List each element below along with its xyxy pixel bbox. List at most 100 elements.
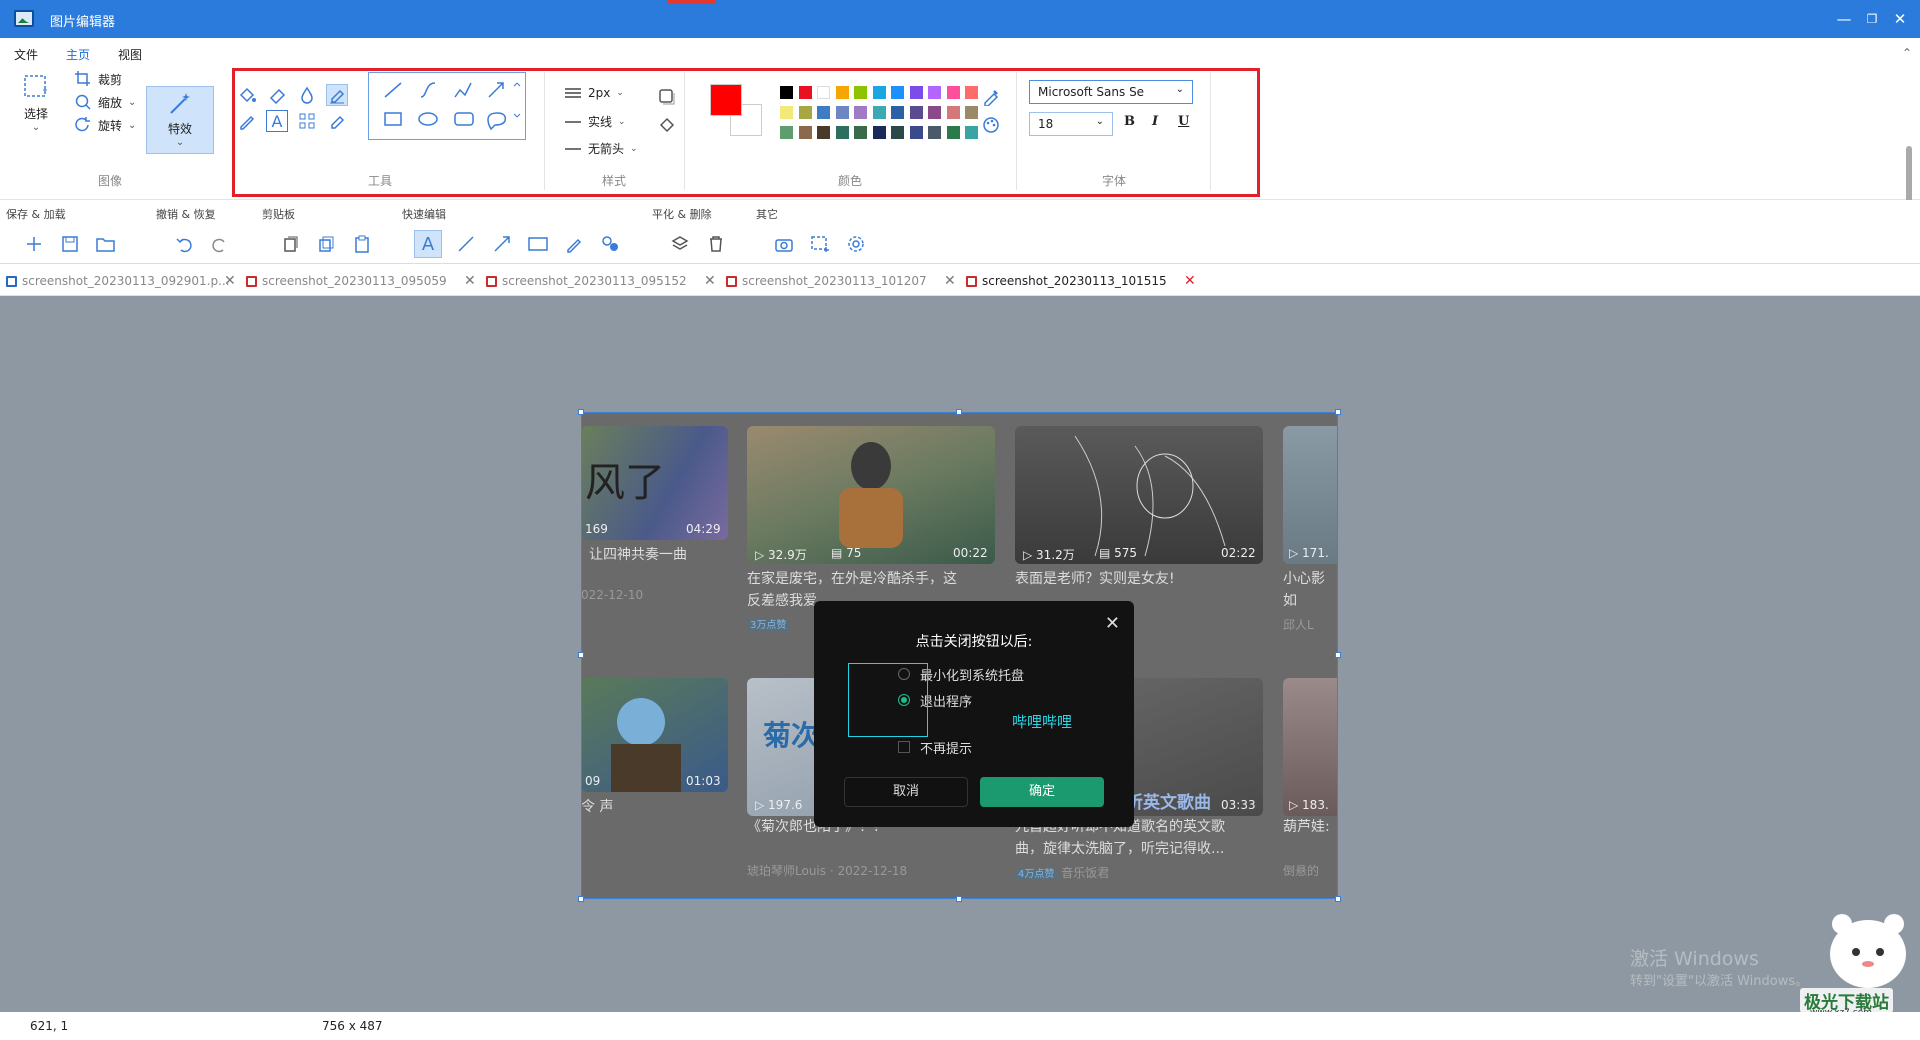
resize-handle[interactable] bbox=[578, 896, 584, 902]
dont-remind-option[interactable]: 不再提示 bbox=[920, 738, 972, 757]
quick-edit-label: 快速编辑 bbox=[402, 208, 446, 221]
tab-label: screenshot_20230113_101515 bbox=[982, 274, 1167, 288]
activation-watermark-sub: 转到"设置"以激活 Windows。 bbox=[1630, 974, 1809, 989]
title-bar: 图片编辑器 — ❐ ✕ bbox=[0, 0, 1920, 38]
save-icon bbox=[726, 275, 737, 287]
crop-icon bbox=[75, 71, 90, 86]
sticker-quick-icon[interactable] bbox=[598, 232, 622, 256]
activation-watermark: 激活 Windows bbox=[1630, 948, 1759, 970]
menu-bar: 文件 主页 视图 ⌃ bbox=[0, 38, 1920, 66]
save-icon bbox=[966, 275, 977, 287]
menu-file[interactable]: 文件 bbox=[14, 46, 38, 63]
collapse-ribbon-icon[interactable]: ⌃ bbox=[1902, 46, 1912, 60]
zoom-icon bbox=[75, 94, 91, 110]
minimize-option[interactable]: 最小化到系统托盘 bbox=[920, 665, 1024, 684]
rotate-icon bbox=[75, 117, 90, 132]
cancel-button[interactable]: 取消 bbox=[844, 777, 968, 807]
open-folder-icon[interactable] bbox=[94, 232, 118, 256]
menu-home[interactable]: 主页 bbox=[66, 46, 90, 63]
rect-quick-icon[interactable] bbox=[526, 232, 550, 256]
dont-remind-checkbox[interactable] bbox=[898, 741, 910, 753]
chevron-down-icon: ⌄ bbox=[128, 96, 137, 108]
resize-handle[interactable] bbox=[1335, 409, 1341, 415]
arrow-quick-icon[interactable] bbox=[490, 232, 514, 256]
tab-close-icon[interactable]: ✕ bbox=[704, 273, 716, 289]
magic-wand-icon bbox=[170, 93, 190, 114]
tab-label: screenshot_20230113_092901.p... bbox=[22, 274, 230, 288]
crop-button[interactable]: 裁剪 bbox=[74, 70, 122, 88]
settings-icon[interactable] bbox=[844, 232, 868, 256]
app-icon bbox=[14, 10, 34, 27]
select-button[interactable]: 选择 ⌄ bbox=[18, 72, 54, 133]
status-bar: 621, 1 756 x 487 bbox=[0, 1012, 1920, 1040]
quick-toolbar: 保存 & 加载 撤销 & 恢复 剪贴板 快速编辑 平化 & 删除 其它 A bbox=[0, 200, 1920, 264]
other-label: 其它 bbox=[756, 208, 778, 221]
highlight-frame bbox=[232, 68, 1260, 197]
primary-color-front[interactable] bbox=[710, 84, 742, 116]
rotate-button[interactable]: 旋转 ⌄ bbox=[74, 116, 136, 134]
text-quick-icon[interactable]: A bbox=[414, 230, 442, 258]
image-group-label: 图像 bbox=[98, 174, 123, 188]
app-window: 图片编辑器 — ❐ ✕ 文件 主页 视图 ⌃ 选择 ⌄ 裁剪 缩放 ⌄ 旋转 ⌄… bbox=[0, 0, 1920, 1040]
dialog-title: 点击关闭按钮以后: bbox=[915, 634, 1033, 650]
line-quick-icon[interactable] bbox=[454, 232, 478, 256]
annotation-text[interactable]: 哔哩哔哩 bbox=[1012, 711, 1072, 732]
delete-icon[interactable] bbox=[704, 232, 728, 256]
save-icon bbox=[246, 275, 257, 287]
zoom-label: 缩放 bbox=[98, 95, 123, 110]
doc-tab[interactable]: screenshot_20230113_092901.p... bbox=[6, 266, 230, 296]
paste-icon[interactable] bbox=[350, 232, 374, 256]
redo-icon[interactable] bbox=[208, 232, 232, 256]
effects-button[interactable]: 特效 ⌄ bbox=[146, 86, 214, 154]
title-accent bbox=[668, 0, 716, 4]
tab-label: screenshot_20230113_095152 bbox=[502, 274, 687, 288]
select-icon bbox=[24, 75, 47, 97]
close-icon[interactable]: ✕ bbox=[1886, 6, 1914, 32]
rotate-label: 旋转 bbox=[98, 118, 123, 133]
doc-tab[interactable]: screenshot_20230113_101207 bbox=[726, 266, 927, 296]
duplicate-icon[interactable] bbox=[314, 232, 338, 256]
app-title: 图片编辑器 bbox=[50, 15, 116, 30]
tab-close-icon[interactable]: ✕ bbox=[224, 273, 236, 289]
save-load-label: 保存 & 加载 bbox=[6, 208, 66, 221]
tab-close-icon[interactable]: ✕ bbox=[944, 273, 956, 289]
restore-icon[interactable]: ❐ bbox=[1858, 6, 1886, 32]
camera-icon[interactable] bbox=[772, 232, 796, 256]
doc-tab-active[interactable]: screenshot_20230113_101515 bbox=[966, 266, 1167, 296]
save-icon[interactable] bbox=[58, 232, 82, 256]
save-icon bbox=[486, 275, 497, 287]
mascot-logo bbox=[1822, 902, 1914, 1002]
ok-button[interactable]: 确定 bbox=[980, 777, 1104, 807]
resize-handle[interactable] bbox=[578, 652, 584, 658]
crop-label: 裁剪 bbox=[98, 72, 123, 87]
minimize-icon[interactable]: — bbox=[1830, 6, 1858, 32]
new-icon[interactable] bbox=[22, 232, 46, 256]
resize-handle[interactable] bbox=[1335, 896, 1341, 902]
menu-view[interactable]: 视图 bbox=[118, 46, 142, 63]
annotation-rectangle[interactable] bbox=[848, 663, 928, 737]
doc-tab[interactable]: screenshot_20230113_095059 bbox=[246, 266, 447, 296]
resize-handle[interactable] bbox=[578, 409, 584, 415]
tab-close-icon[interactable]: ✕ bbox=[1184, 273, 1196, 289]
capture-region-icon[interactable] bbox=[808, 232, 832, 256]
doc-tab[interactable]: screenshot_20230113_095152 bbox=[486, 266, 687, 296]
zoom-button[interactable]: 缩放 ⌄ bbox=[74, 93, 136, 111]
resize-handle[interactable] bbox=[956, 896, 962, 902]
tab-close-icon[interactable]: ✕ bbox=[464, 273, 476, 289]
clipboard-label: 剪贴板 bbox=[262, 208, 295, 221]
tab-label: screenshot_20230113_101207 bbox=[742, 274, 927, 288]
chevron-down-icon: ⌄ bbox=[175, 137, 185, 148]
save-icon bbox=[6, 275, 17, 287]
flatten-icon[interactable] bbox=[668, 232, 692, 256]
undo-redo-label: 撤销 & 恢复 bbox=[156, 208, 216, 221]
undo-icon[interactable] bbox=[172, 232, 196, 256]
chevron-down-icon: ⌄ bbox=[31, 122, 41, 133]
resize-handle[interactable] bbox=[1335, 652, 1341, 658]
brush-quick-icon[interactable] bbox=[562, 232, 586, 256]
close-prompt-dialog: ✕ 点击关闭按钮以后: 最小化到系统托盘 退出程序 不再提示 哔哩哔哩 取消 确… bbox=[814, 601, 1134, 827]
tab-label: screenshot_20230113_095059 bbox=[262, 274, 447, 288]
copy-icon[interactable] bbox=[278, 232, 302, 256]
cursor-position: 621, 1 bbox=[30, 1019, 69, 1033]
resize-handle[interactable] bbox=[956, 409, 962, 415]
document-tabs: screenshot_20230113_092901.p... ✕ screen… bbox=[0, 266, 1920, 296]
